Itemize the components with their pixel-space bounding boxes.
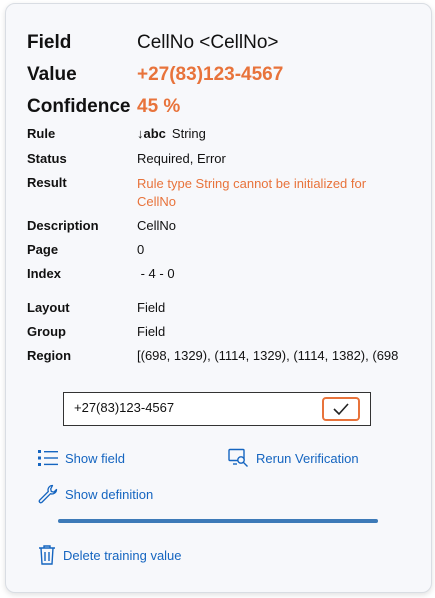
page-label: Page xyxy=(27,242,59,257)
field-label: Field xyxy=(27,32,72,53)
show-definition-button[interactable]: Show definition xyxy=(37,484,153,504)
page-value: 0 xyxy=(137,242,145,257)
progress-bar xyxy=(58,519,378,523)
delete-training-value-button[interactable]: Delete training value xyxy=(37,544,182,566)
index-label: Index xyxy=(27,266,61,281)
value-input[interactable] xyxy=(74,400,304,415)
value-row: Value xyxy=(27,64,77,86)
rerun-verification-button[interactable]: Rerun Verification xyxy=(228,448,359,468)
layout-value: Field xyxy=(137,300,166,315)
list-icon xyxy=(38,450,58,466)
window-background: Field CellNo <CellNo> Value +27(83)123-4… xyxy=(0,0,435,598)
wrench-icon xyxy=(38,484,58,504)
confidence-row: Confidence xyxy=(27,96,130,118)
rerun-verification-label: Rerun Verification xyxy=(256,450,359,466)
show-field-label: Show field xyxy=(65,450,125,466)
confirm-value-button[interactable] xyxy=(322,397,360,421)
group-value: Field xyxy=(137,324,166,339)
rule-value: ↓abc String xyxy=(137,126,206,141)
field-info-popup: Field CellNo <CellNo> Value +27(83)123-4… xyxy=(5,3,432,593)
check-icon xyxy=(333,403,349,416)
field-row: Field xyxy=(27,32,71,54)
value-editor xyxy=(63,392,371,426)
trash-icon xyxy=(39,545,55,565)
confidence-value: 45 % xyxy=(137,96,181,117)
status-label: Status xyxy=(27,151,67,166)
progress-fill xyxy=(58,519,378,523)
rule-type-text: String xyxy=(171,126,206,141)
description-value: CellNo xyxy=(137,218,177,233)
result-label: Result xyxy=(27,175,67,190)
status-value: Required, Error xyxy=(137,151,226,166)
rule-label: Rule xyxy=(27,126,56,141)
show-definition-label: Show definition xyxy=(65,486,154,502)
monitor-search-icon xyxy=(228,448,248,467)
show-field-button[interactable]: Show field xyxy=(37,448,125,468)
confidence-label: Confidence xyxy=(27,96,131,117)
description-label: Description xyxy=(27,218,99,233)
string-type-icon: ↓abc xyxy=(137,126,166,141)
region-value: [(698, 1329), (1114, 1329), (1114, 1382)… xyxy=(137,348,399,363)
value-value: +27(83)123-4567 xyxy=(137,64,284,85)
field-value: CellNo <CellNo> xyxy=(137,32,279,53)
index-value: - 4 - 0 xyxy=(137,266,175,281)
delete-training-value-label: Delete training value xyxy=(63,547,182,563)
region-label: Region xyxy=(27,348,72,363)
value-label: Value xyxy=(27,64,77,85)
layout-label: Layout xyxy=(27,300,70,315)
result-value: Rule type String cannot be initialized f… xyxy=(137,176,367,209)
group-label: Group xyxy=(27,324,66,339)
